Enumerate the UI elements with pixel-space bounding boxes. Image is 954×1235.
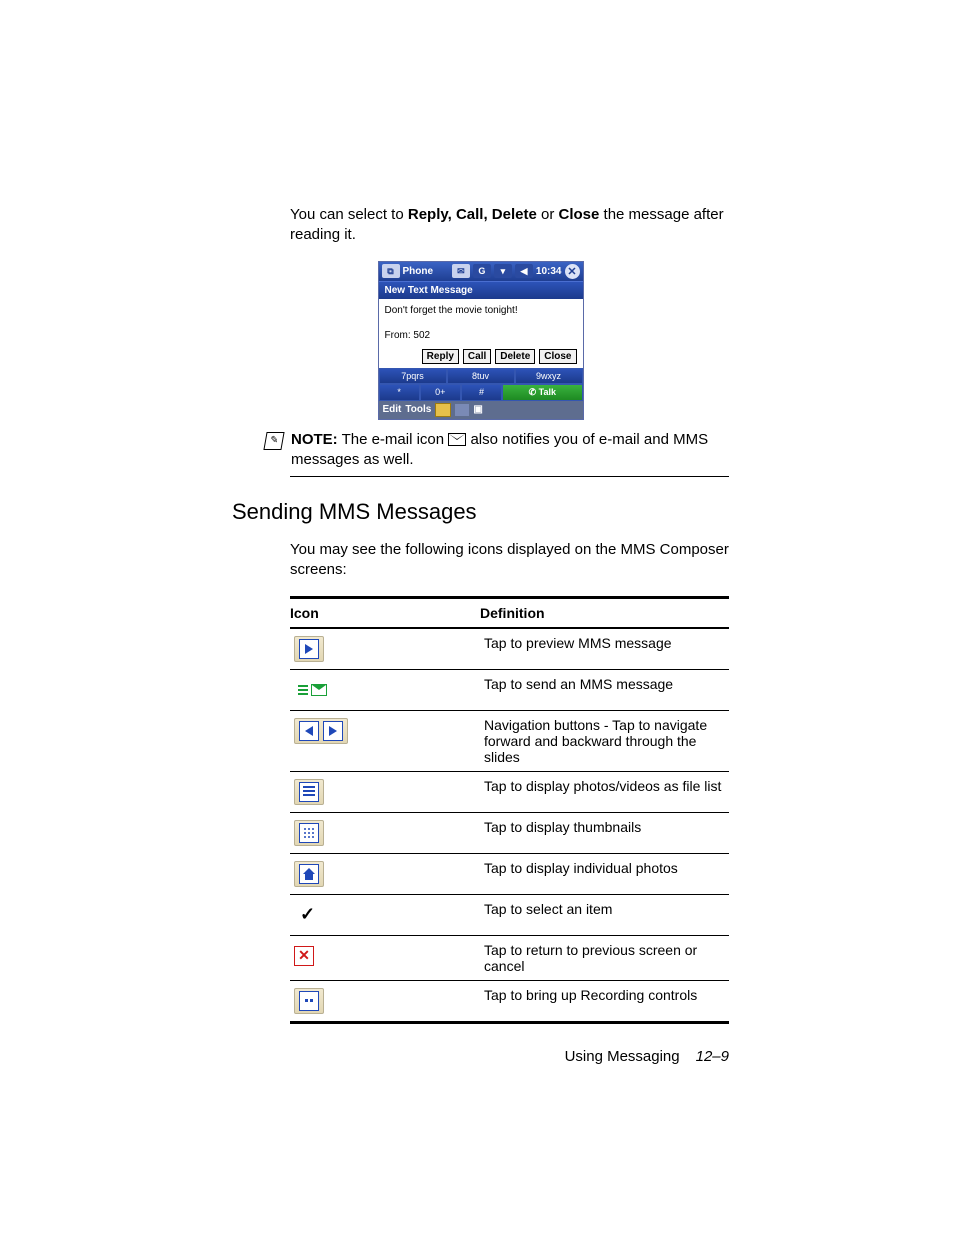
table-row: Tap to display individual photos (290, 854, 729, 895)
individual-photo-icon (294, 861, 324, 887)
keypad-row-2: * 0+ # ✆ Talk (379, 384, 583, 401)
section-heading: Sending MMS Messages (232, 499, 729, 525)
thumbnails-icon (294, 820, 324, 846)
icon-table: Icon Definition Tap to preview MMS messa… (290, 596, 729, 1024)
tools-menu: Tools (405, 404, 431, 415)
phone-icon: ✆ (529, 387, 537, 397)
note-label: NOTE: (291, 431, 338, 448)
key-0: 0+ (420, 384, 461, 401)
page: You can select to Reply, Call, Delete or… (0, 0, 954, 1235)
screenshot-figure: ⧉ Phone ✉ G ▾ ◀ 10:34 ✕ New Text Message… (232, 261, 729, 420)
row-def: Tap to send an MMS message (484, 676, 729, 692)
table-row: Tap to display photos/videos as file lis… (290, 772, 729, 813)
intro-bold2: Close (559, 206, 600, 223)
table-row: Tap to preview MMS message (290, 629, 729, 670)
delete-button: Delete (495, 349, 535, 364)
table-row: ✕ Tap to return to previous screen or ca… (290, 936, 729, 981)
bottom-bar: Edit Tools ▣ (379, 401, 583, 419)
note-text: NOTE: The e-mail icon also notifies you … (291, 430, 729, 471)
intro-bold1: Reply, Call, Delete (408, 206, 537, 223)
footer-page: 12–9 (696, 1048, 729, 1065)
key-9: 9wxyz (515, 368, 583, 384)
mail-status-icon: ✉ (452, 264, 470, 278)
row-def: Tap to bring up Recording controls (484, 987, 729, 1003)
kbd-icon (455, 404, 469, 416)
sip-icon (435, 403, 451, 417)
nav-icons (294, 718, 348, 744)
message-from: From: 502 (385, 330, 577, 341)
row-def: Tap to display individual photos (484, 860, 729, 876)
row-def: Tap to display thumbnails (484, 819, 729, 835)
misc-icon: ▣ (473, 404, 487, 416)
app-name: Phone (403, 266, 434, 277)
row-def: Tap to select an item (484, 901, 729, 917)
gprs-icon: G (473, 264, 491, 278)
cancel-icon: ✕ (294, 946, 314, 966)
reply-button: Reply (422, 349, 459, 364)
note-icon: ✎ (263, 432, 284, 450)
keypad-row-1: 7pqrs 8tuv 9wxyz (379, 368, 583, 384)
intro-pre: You can select to (290, 206, 408, 223)
phone-screenshot: ⧉ Phone ✉ G ▾ ◀ 10:34 ✕ New Text Message… (378, 261, 584, 420)
page-footer: Using Messaging 12–9 (565, 1048, 729, 1065)
note-pre: The e-mail icon (342, 431, 449, 448)
footer-label: Using Messaging (565, 1048, 680, 1065)
preview-icon (294, 636, 324, 662)
recording-icon (294, 988, 324, 1014)
row-def: Tap to display photos/videos as file lis… (484, 778, 729, 794)
row-def: Navigation buttons - Tap to navigate for… (484, 717, 729, 765)
key-8: 8tuv (447, 368, 515, 384)
edit-menu: Edit (383, 404, 402, 415)
row-def: Tap to preview MMS message (484, 635, 729, 651)
file-list-icon (294, 779, 324, 805)
table-row: Tap to bring up Recording controls (290, 981, 729, 1021)
close-button: Close (539, 349, 576, 364)
key-star: * (379, 384, 420, 401)
speaker-icon: ◀ (515, 264, 533, 278)
call-button: Call (463, 349, 491, 364)
table-row: ✓ Tap to select an item (290, 895, 729, 936)
start-flag-icon: ⧉ (382, 264, 400, 278)
email-icon (448, 433, 466, 446)
table-header-row: Icon Definition (290, 599, 729, 629)
note-block: ✎ NOTE: The e-mail icon also notifies yo… (265, 430, 729, 471)
talk-button: ✆ Talk (502, 384, 582, 401)
clock: 10:34 (536, 266, 562, 277)
th-icon: Icon (290, 605, 480, 621)
message-actions: Reply Call Delete Close (379, 345, 583, 368)
key-7: 7pqrs (379, 368, 447, 384)
checkmark-icon: ✓ (294, 904, 315, 925)
row-def: Tap to return to previous screen or canc… (484, 942, 729, 974)
th-definition: Definition (480, 605, 729, 621)
message-text: Don't forget the movie tonight! (385, 305, 577, 316)
table-row: Navigation buttons - Tap to navigate for… (290, 711, 729, 772)
close-icon: ✕ (565, 264, 580, 279)
titlebar: ⧉ Phone ✉ G ▾ ◀ 10:34 ✕ (379, 262, 583, 281)
table-row: Tap to display thumbnails (290, 813, 729, 854)
send-icon (294, 684, 327, 696)
signal-icon: ▾ (494, 264, 512, 278)
note-divider (290, 476, 729, 477)
message-tab: New Text Message (379, 281, 583, 299)
intro-mid: or (541, 206, 559, 223)
intro-paragraph: You can select to Reply, Call, Delete or… (290, 205, 729, 246)
table-row: Tap to send an MMS message (290, 670, 729, 711)
key-hash: # (461, 384, 502, 401)
message-body: Don't forget the movie tonight! From: 50… (379, 299, 583, 345)
talk-label: Talk (539, 387, 556, 397)
section-intro: You may see the following icons displaye… (290, 540, 729, 581)
